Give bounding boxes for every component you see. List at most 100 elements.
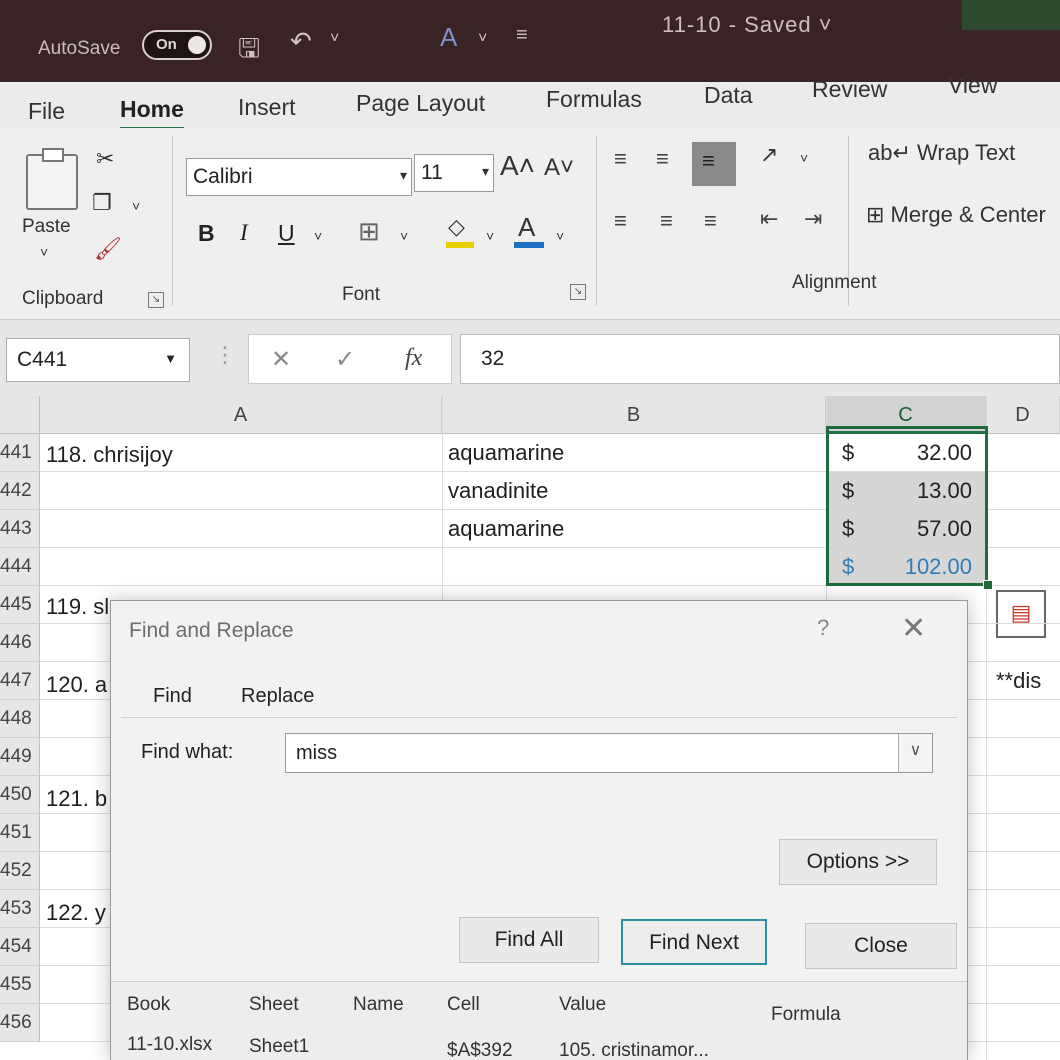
format-painter-icon[interactable]: 🖌 — [94, 236, 122, 262]
row-header[interactable]: 447 — [0, 662, 40, 700]
search-icon[interactable] — [962, 0, 1060, 30]
result-value[interactable]: 105. cristinamor... — [559, 1040, 709, 1060]
align-center-icon[interactable]: ≡ — [660, 208, 673, 234]
undo-icon[interactable]: ↶ — [290, 26, 312, 57]
results-header-value[interactable]: Value — [559, 994, 606, 1016]
font-launcher-icon[interactable]: ↘ — [570, 284, 586, 300]
wrap-text-button[interactable]: ab↵ Wrap Text — [868, 140, 1015, 166]
close-icon[interactable]: ✕ — [901, 611, 926, 646]
tab-page-layout[interactable]: Page Layout — [356, 90, 485, 117]
insert-function-icon[interactable]: fx — [405, 345, 422, 372]
close-button[interactable]: Close — [805, 923, 957, 969]
orientation-icon[interactable]: ↗ — [760, 142, 778, 168]
cell-a453[interactable]: 122. y — [46, 900, 106, 926]
results-header-name[interactable]: Name — [353, 994, 404, 1016]
confirm-entry-icon[interactable]: ✓ — [335, 345, 355, 374]
save-icon[interactable]: 🖫 — [238, 30, 260, 74]
cell-b443[interactable]: aquamarine — [448, 516, 564, 542]
row-header[interactable]: 442 — [0, 472, 40, 510]
tab-formulas[interactable]: Formulas — [546, 86, 642, 113]
cut-icon[interactable]: ✂ — [96, 146, 114, 172]
align-middle-icon[interactable]: ≡ — [656, 146, 669, 172]
results-header-book[interactable]: Book — [127, 994, 170, 1016]
cell-a447[interactable]: 120. a — [46, 672, 107, 698]
increase-indent-icon[interactable]: ⇥ — [804, 206, 822, 232]
align-left-icon[interactable]: ≡ — [614, 208, 627, 234]
options-button[interactable]: Options >> — [779, 839, 937, 885]
font-color-quick-icon[interactable]: A — [440, 22, 457, 53]
tab-view[interactable]: View — [948, 72, 997, 99]
find-what-input[interactable]: miss ∨ — [285, 733, 933, 773]
results-header-sheet[interactable]: Sheet — [249, 994, 299, 1016]
cell-d447[interactable]: **dis — [996, 668, 1041, 694]
help-icon[interactable]: ? — [817, 615, 829, 641]
chevron-down-icon[interactable]: ∨ — [898, 734, 932, 772]
formula-bar-grip-icon[interactable]: ⋮ — [214, 342, 236, 368]
paste-icon[interactable] — [26, 148, 78, 210]
column-header-d[interactable]: D — [986, 396, 1060, 434]
row-header[interactable]: 452 — [0, 852, 40, 890]
row-header[interactable]: 448 — [0, 700, 40, 738]
clipboard-launcher-icon[interactable]: ↘ — [148, 292, 164, 308]
tab-review[interactable]: Review — [812, 76, 887, 103]
increase-font-icon[interactable]: A˄ — [500, 150, 535, 182]
cell-b442[interactable]: vanadinite — [448, 478, 548, 504]
font-family-select[interactable]: Calibri ▾ — [186, 158, 412, 196]
undo-dropdown-icon[interactable]: ˅ — [330, 30, 339, 48]
row-header[interactable]: 443 — [0, 510, 40, 548]
font-color-icon[interactable]: A — [518, 212, 535, 243]
align-top-icon[interactable]: ≡ — [614, 146, 627, 172]
results-header-formula[interactable]: Formula — [771, 1004, 841, 1026]
cancel-entry-icon[interactable]: ✕ — [271, 345, 291, 374]
align-right-icon[interactable]: ≡ — [704, 208, 717, 234]
copy-icon[interactable]: ❐ — [92, 190, 112, 216]
decrease-indent-icon[interactable]: ⇤ — [760, 206, 778, 232]
row-header[interactable]: 441 — [0, 434, 40, 472]
font-color-dropdown-icon[interactable]: ˅ — [556, 228, 564, 244]
quick-access-dropdown-icon[interactable]: ˅ — [478, 30, 487, 48]
bold-button[interactable]: B — [198, 220, 215, 247]
row-header[interactable]: 445 — [0, 586, 40, 624]
row-header[interactable]: 444 — [0, 548, 40, 586]
decrease-font-icon[interactable]: A˅ — [544, 154, 574, 182]
find-all-button[interactable]: Find All — [459, 917, 599, 963]
results-header-cell[interactable]: Cell — [447, 994, 480, 1016]
tab-replace[interactable]: Replace — [241, 685, 314, 708]
orientation-dropdown-icon[interactable]: ˅ — [800, 150, 808, 166]
cell-a445[interactable]: 119. sl — [46, 594, 109, 620]
result-cell[interactable]: $A$392 — [447, 1040, 513, 1060]
result-sheet[interactable]: Sheet1 — [249, 1036, 309, 1058]
underline-dropdown-icon[interactable]: ˅ — [314, 228, 322, 244]
font-size-select[interactable]: 11 ▾ — [414, 154, 494, 192]
underline-button[interactable]: U — [278, 220, 295, 247]
borders-dropdown-icon[interactable]: ˅ — [400, 228, 408, 244]
row-header[interactable]: 451 — [0, 814, 40, 852]
cell-a441[interactable]: 118. chrisijoy — [46, 442, 173, 468]
select-all-corner[interactable] — [0, 396, 40, 434]
tab-file[interactable]: File — [28, 98, 65, 125]
italic-button[interactable]: I — [240, 220, 248, 246]
autosave-toggle[interactable]: On — [142, 30, 212, 60]
row-header[interactable]: 456 — [0, 1004, 40, 1042]
result-book[interactable]: 11-10.xlsx — [127, 1034, 212, 1056]
row-header[interactable]: 450 — [0, 776, 40, 814]
column-header-b[interactable]: B — [442, 396, 826, 434]
copy-dropdown-icon[interactable]: ˅ — [132, 198, 140, 214]
formula-input[interactable]: 32 — [460, 334, 1060, 384]
tab-data[interactable]: Data — [704, 82, 753, 109]
name-box[interactable]: C441 ▼ — [6, 338, 190, 382]
row-header[interactable]: 454 — [0, 928, 40, 966]
borders-icon[interactable]: ⊞ — [358, 216, 380, 247]
paste-dropdown-icon[interactable]: ˅ — [40, 244, 48, 260]
row-header[interactable]: 446 — [0, 624, 40, 662]
column-header-a[interactable]: A — [40, 396, 442, 434]
row-header[interactable]: 449 — [0, 738, 40, 776]
fill-color-dropdown-icon[interactable]: ˅ — [486, 228, 494, 244]
paste-button[interactable]: Paste — [22, 216, 71, 238]
find-next-button[interactable]: Find Next — [621, 919, 767, 965]
align-bottom-button[interactable]: ≡ — [692, 142, 736, 186]
tab-insert[interactable]: Insert — [238, 94, 296, 121]
cell-b441[interactable]: aquamarine — [448, 440, 564, 466]
row-header[interactable]: 453 — [0, 890, 40, 928]
merge-center-button[interactable]: ⊞ Merge & Center — [866, 202, 1046, 228]
